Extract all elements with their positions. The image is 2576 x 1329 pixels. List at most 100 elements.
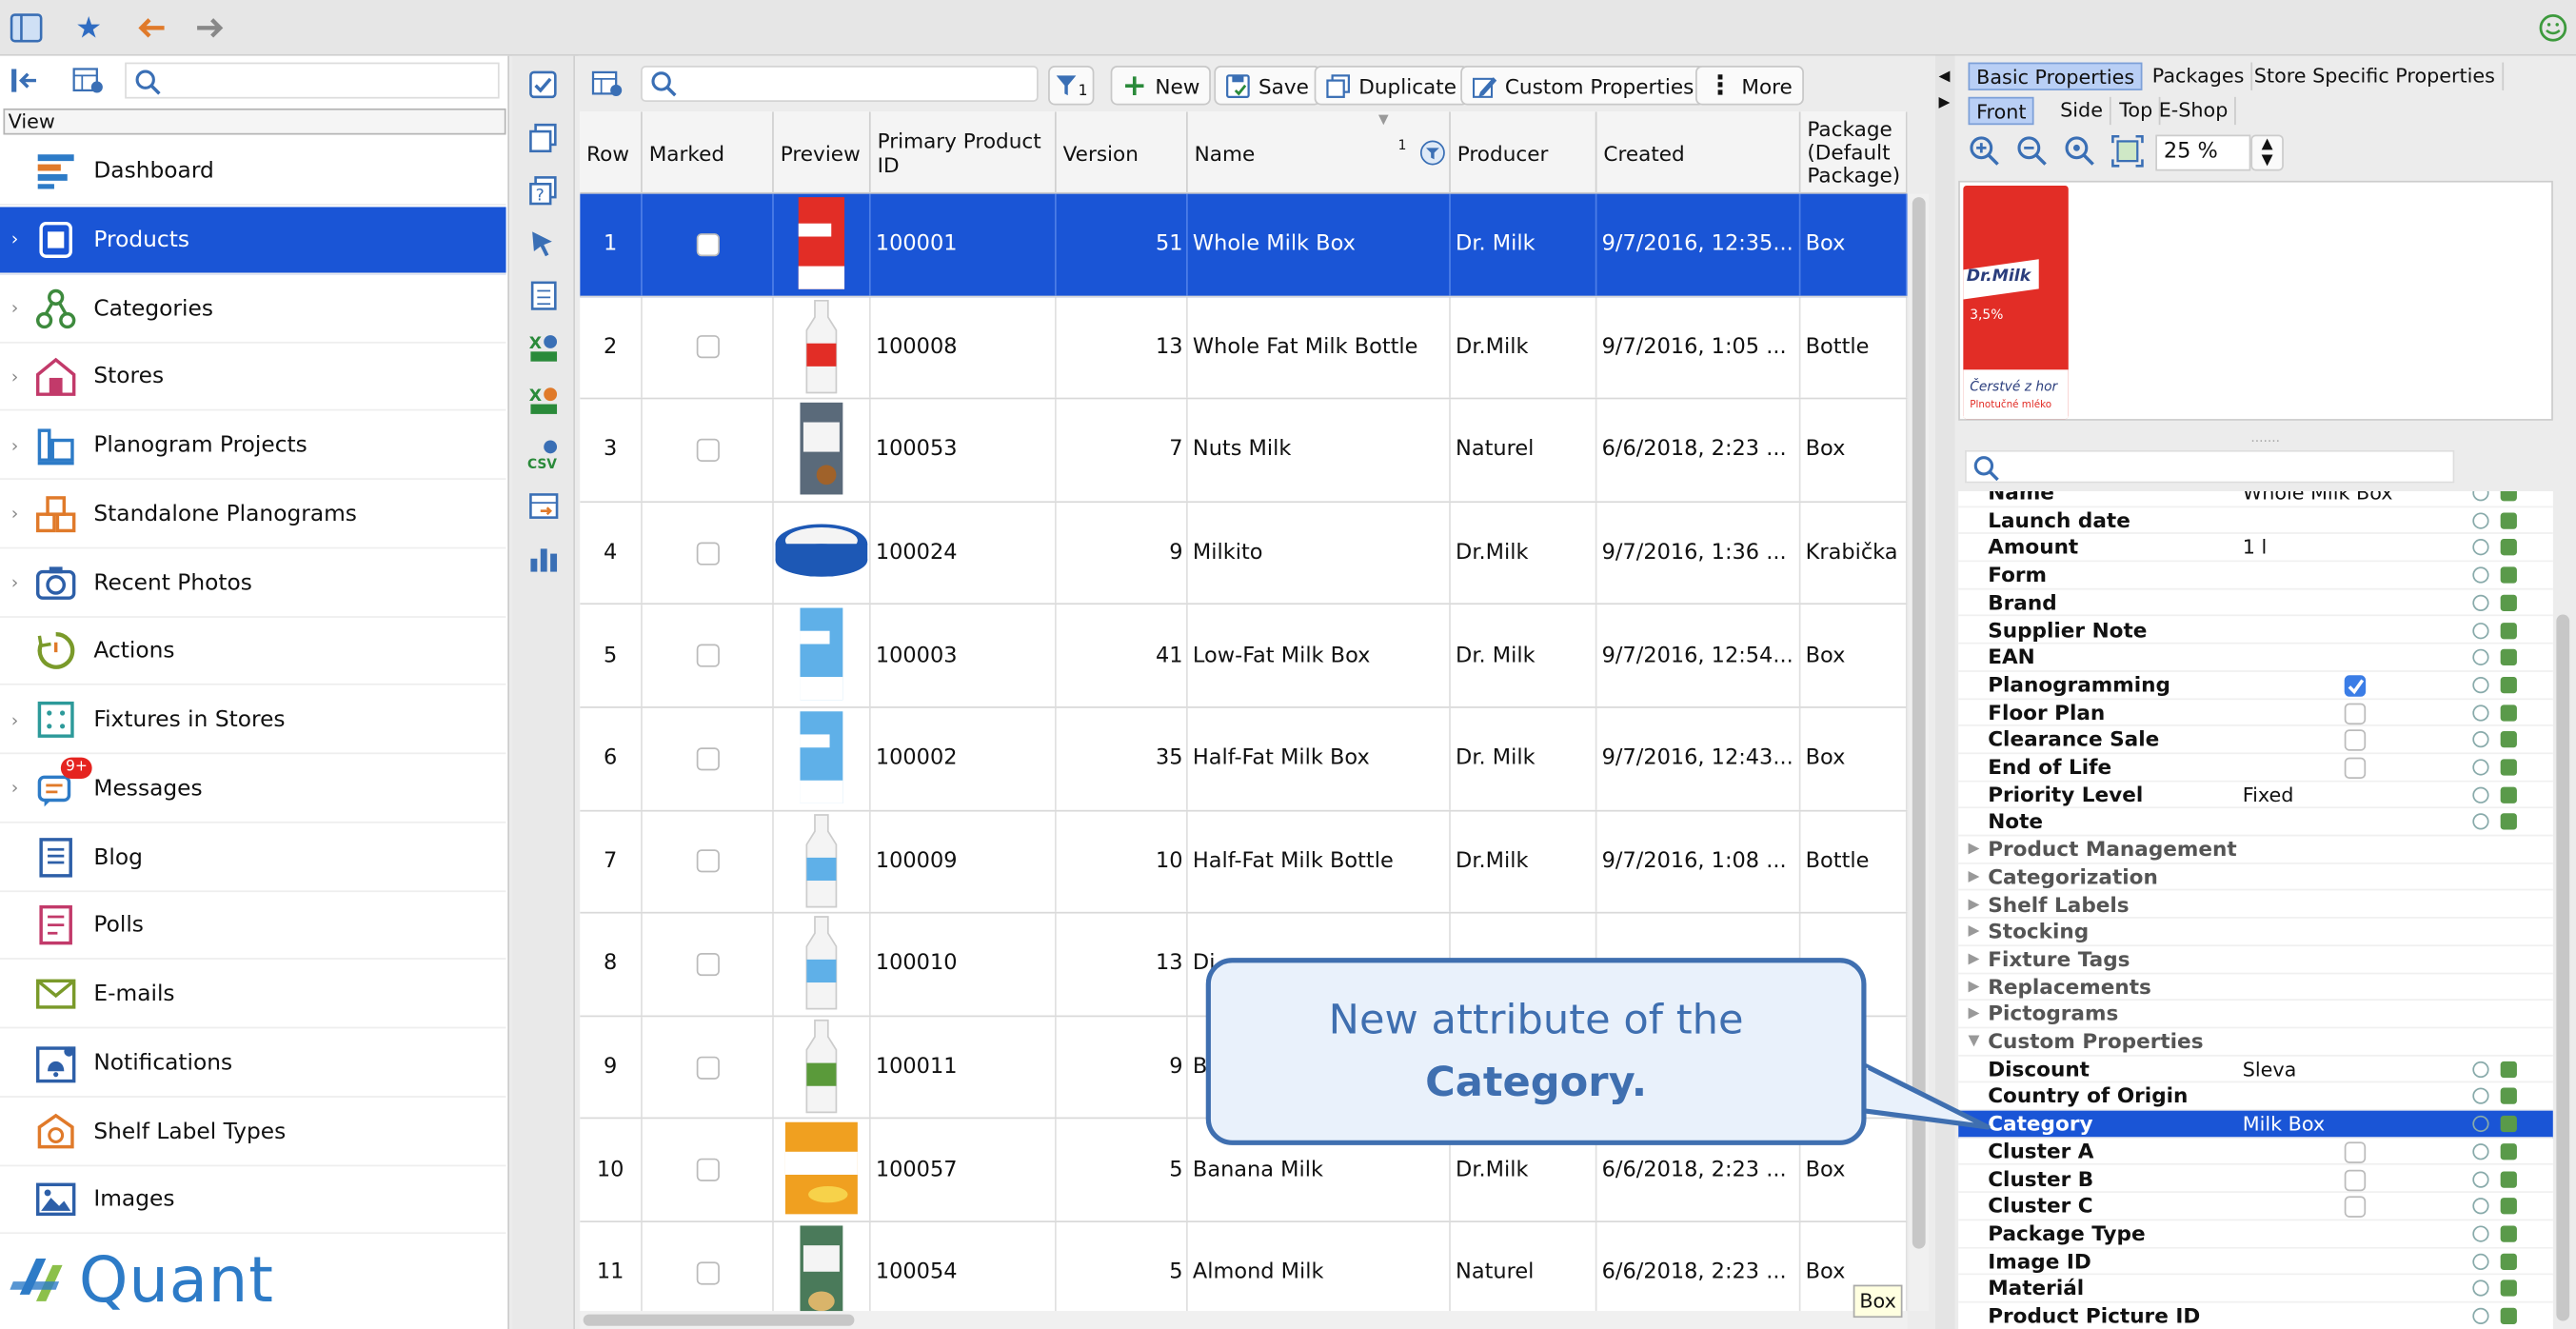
table-row[interactable]: 1 100001 51 Whole Milk Box Dr. Milk 9/7/2016,…	[580, 193, 1908, 297]
inherit-icon[interactable]	[2472, 759, 2489, 776]
help-icon[interactable]: ?	[527, 174, 561, 208]
zoom-level-input[interactable]: 25 %	[2155, 134, 2251, 171]
column-header-primary-product-id[interactable]: Primary Product ID	[871, 111, 1057, 194]
cell-id[interactable]: 100002	[871, 707, 1057, 810]
cell-name[interactable]: Half-Fat Milk Box	[1188, 707, 1451, 810]
property-value[interactable]: Sleva	[2243, 1056, 2297, 1082]
chevron-right-icon[interactable]: ›	[5, 228, 25, 249]
cell-marked[interactable]	[643, 296, 774, 398]
edit-value-icon[interactable]	[2500, 491, 2517, 502]
chevron-right-icon[interactable]: ›	[5, 709, 25, 730]
cell-version[interactable]: 5	[1057, 1221, 1188, 1312]
property-row-replacements[interactable]: ▶ Replacements	[1958, 974, 2553, 1002]
chevron-right-icon[interactable]: ›	[5, 434, 25, 455]
chevron-right-icon[interactable]: ›	[5, 504, 25, 525]
sidebar-item-images[interactable]: Images	[0, 1167, 506, 1235]
cell-package[interactable]: Bottle	[1800, 296, 1908, 398]
marked-checkbox[interactable]	[695, 541, 720, 565]
cell-row[interactable]: 5	[580, 605, 643, 707]
property-checkbox[interactable]	[2344, 1196, 2367, 1219]
new-button[interactable]: + New	[1110, 66, 1212, 106]
column-header-version[interactable]: Version	[1057, 111, 1188, 194]
table-row[interactable]: 4 100024 9 Milkito Dr.Milk 9/7/2016, 1:36 ...…	[580, 502, 1908, 605]
column-header-name[interactable]: Name 1 ▼	[1188, 111, 1451, 194]
edit-value-icon[interactable]	[2500, 731, 2517, 748]
cell-row[interactable]: 4	[580, 502, 643, 605]
cell-name[interactable]: Half-Fat Milk Bottle	[1188, 810, 1451, 913]
edit-value-icon[interactable]	[2500, 1115, 2517, 1133]
cell-package[interactable]: Box	[1800, 707, 1908, 810]
inherit-icon[interactable]	[2472, 731, 2489, 748]
edit-value-icon[interactable]	[2500, 1253, 2517, 1270]
cell-created[interactable]: 6/6/2018, 2:23 ...	[1596, 399, 1801, 501]
table-vertical-scrollbar[interactable]	[1909, 193, 1930, 1312]
chevron-right-icon[interactable]: ›	[5, 778, 25, 799]
property-row-category[interactable]: Category Milk Box	[1958, 1110, 2553, 1139]
property-row-cluster-a[interactable]: Cluster A	[1958, 1139, 2553, 1166]
property-row-supplier-note[interactable]: Supplier Note	[1958, 617, 2553, 645]
property-row-product-picture-id[interactable]: Product Picture ID	[1958, 1303, 2553, 1329]
edit-value-icon[interactable]	[2500, 759, 2517, 776]
scrollbar-thumb[interactable]	[583, 1314, 855, 1326]
property-value[interactable]: Milk Box	[2243, 1111, 2325, 1138]
property-row-fixture-tags[interactable]: ▶ Fixture Tags	[1958, 946, 2553, 974]
panel-splitter[interactable]: ◀ ▶	[1934, 55, 1955, 1329]
property-checkbox[interactable]	[2344, 757, 2367, 780]
cell-producer[interactable]: Dr. Milk	[1451, 605, 1597, 707]
sidebar-item-stores[interactable]: › Stores	[0, 344, 506, 411]
property-row-image-id[interactable]: Image ID	[1958, 1248, 2553, 1276]
cell-producer[interactable]: Dr.Milk	[1451, 502, 1597, 605]
tab-e-shop[interactable]: E-Shop	[2152, 96, 2236, 126]
property-scrollbar-thumb[interactable]	[2556, 614, 2570, 1321]
marked-checkbox[interactable]	[695, 232, 720, 256]
cell-id[interactable]: 100010	[871, 913, 1057, 1016]
inherit-icon[interactable]	[2472, 1307, 2489, 1324]
sidebar-item-categories[interactable]: › Categories	[0, 275, 506, 343]
sidebar-item-planogram-projects[interactable]: › Planogram Projects	[0, 412, 506, 480]
cell-marked[interactable]	[643, 502, 774, 605]
pointer-icon[interactable]	[527, 227, 561, 260]
chevron-right-icon[interactable]: ▶	[1969, 946, 1980, 973]
cell-created[interactable]: 9/7/2016, 12:43...	[1596, 707, 1801, 810]
edit-value-icon[interactable]	[2500, 539, 2517, 556]
sidebar-item-dashboard[interactable]: Dashboard	[0, 138, 506, 206]
zoom-stepper[interactable]: ▲ ▼	[2250, 134, 2284, 171]
marked-checkbox[interactable]	[695, 335, 720, 359]
cell-name[interactable]: Low-Fat Milk Box	[1188, 605, 1451, 707]
zoom-in-icon[interactable]	[1969, 135, 2002, 169]
property-search-input[interactable]	[1965, 449, 2455, 484]
marked-checkbox[interactable]	[695, 438, 720, 462]
property-value[interactable]: Fixed	[2243, 782, 2294, 808]
property-row-custom-properties[interactable]: ▼ Custom Properties	[1958, 1028, 2553, 1057]
column-header-row[interactable]: Row	[580, 111, 643, 194]
table-row[interactable]: 2 100008 13 Whole Fat Milk Bottle Dr.Milk 9/7…	[580, 296, 1908, 400]
property-row-discount[interactable]: Discount Sleva	[1958, 1056, 2553, 1083]
inherit-icon[interactable]	[2472, 786, 2489, 803]
inherit-icon[interactable]	[2472, 1115, 2489, 1133]
excel-export-icon[interactable]: X	[527, 385, 561, 418]
cell-name[interactable]: Milkito	[1188, 502, 1451, 605]
cell-id[interactable]: 100057	[871, 1119, 1057, 1221]
property-row-materi-l[interactable]: Materiál	[1958, 1276, 2553, 1303]
cell-name[interactable]: Whole Fat Milk Bottle	[1188, 296, 1451, 398]
inherit-icon[interactable]	[2472, 539, 2489, 556]
property-row-amount[interactable]: Amount 1 l	[1958, 535, 2553, 563]
edit-value-icon[interactable]	[2500, 786, 2517, 803]
property-row-ean[interactable]: EAN	[1958, 645, 2553, 672]
sidebar-item-standalone-planograms[interactable]: › Standalone Planograms	[0, 481, 506, 548]
sidebar-item-blog[interactable]: Blog	[0, 823, 506, 892]
property-row-floor-plan[interactable]: Floor Plan	[1958, 699, 2553, 727]
inherit-icon[interactable]	[2472, 1170, 2489, 1187]
column-header-package[interactable]: Package (Default Package)	[1800, 111, 1908, 194]
cell-name[interactable]: Whole Milk Box	[1188, 193, 1451, 295]
tab-store-specific-properties[interactable]: Store Specific Properties	[2248, 62, 2504, 90]
star-icon[interactable]: ★	[69, 9, 108, 48]
table-row[interactable]: 5 100003 41 Low-Fat Milk Box Dr. Milk 9/7/201…	[580, 605, 1908, 708]
cell-preview[interactable]	[774, 810, 871, 913]
property-row-cluster-c[interactable]: Cluster C	[1958, 1193, 2553, 1221]
collapse-left-icon[interactable]: ◀	[1938, 69, 1950, 85]
property-row-end-of-life[interactable]: End of Life	[1958, 754, 2553, 782]
property-row-form[interactable]: Form	[1958, 562, 2553, 590]
inherit-icon[interactable]	[2472, 1225, 2489, 1242]
column-filter-icon[interactable]	[1419, 140, 1446, 167]
